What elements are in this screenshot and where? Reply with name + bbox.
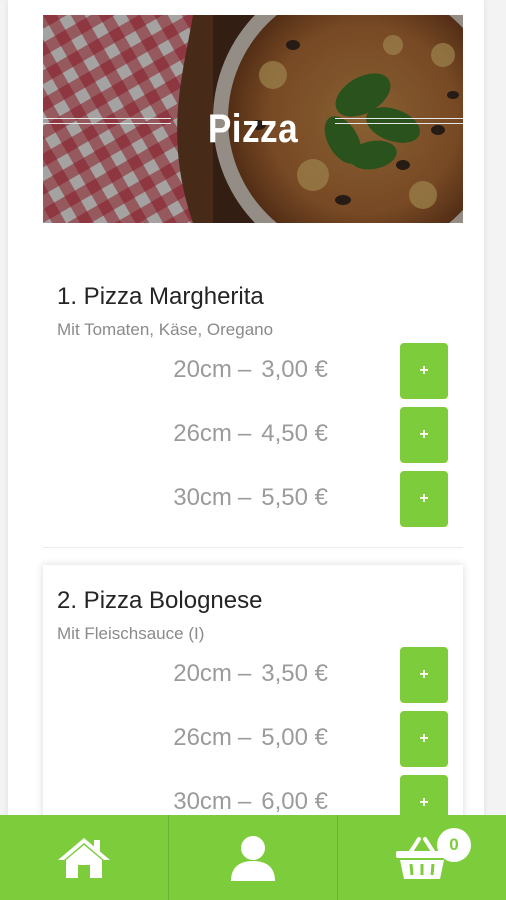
price-value: 5,50 € <box>261 484 328 511</box>
size-label: 26cm <box>173 724 232 751</box>
dash: – <box>237 356 252 383</box>
price-row: 30cm –5,50 € + <box>143 471 448 527</box>
item-title: 1. Pizza Margherita <box>57 283 264 310</box>
price-label: 20cm –3,50 € <box>173 660 328 688</box>
dash: – <box>237 660 252 687</box>
nav-profile-button[interactable] <box>169 815 338 900</box>
size-label: 26cm <box>173 420 232 447</box>
nav-home-button[interactable] <box>0 815 169 900</box>
nav-cart-button[interactable]: 0 <box>338 815 506 900</box>
category-title: Pizza <box>207 107 299 151</box>
size-label: 20cm <box>173 356 232 383</box>
home-icon <box>58 837 110 878</box>
app-shell: Pizza 1. Pizza Margherita Mit Tomaten, K… <box>0 0 506 900</box>
dash: – <box>237 484 252 511</box>
dash: – <box>237 420 252 447</box>
menu-item-card: 1. Pizza Margherita Mit Tomaten, Käse, O… <box>43 275 463 545</box>
price-row: 26cm –5,00 € + <box>143 711 448 767</box>
item-title: 2. Pizza Bolognese <box>57 587 263 614</box>
dash: – <box>237 788 252 815</box>
price-value: 4,50 € <box>261 420 328 447</box>
cart-count-badge: 0 <box>437 828 471 862</box>
add-to-cart-button[interactable]: + <box>400 343 448 399</box>
size-label: 20cm <box>173 660 232 687</box>
user-icon <box>231 835 275 881</box>
item-description: Mit Tomaten, Käse, Oregano <box>57 320 274 339</box>
price-value: 3,00 € <box>261 356 328 383</box>
add-to-cart-button[interactable]: + <box>400 407 448 463</box>
add-to-cart-button[interactable]: + <box>400 471 448 527</box>
price-value: 6,00 € <box>261 788 328 815</box>
size-label: 30cm <box>173 484 232 511</box>
price-value: 3,50 € <box>261 660 328 687</box>
add-to-cart-button[interactable]: + <box>400 711 448 767</box>
size-label: 30cm <box>173 788 232 815</box>
item-description: Mit Fleischsauce (I) <box>57 624 205 643</box>
category-banner: Pizza <box>43 15 463 223</box>
dash: – <box>237 724 252 751</box>
price-value: 5,00 € <box>261 724 328 751</box>
price-label: 20cm –3,00 € <box>173 356 328 384</box>
price-label: 30cm –6,00 € <box>173 788 328 816</box>
price-label: 30cm –5,50 € <box>173 484 328 512</box>
price-row: 20cm –3,50 € + <box>143 647 448 703</box>
price-label: 26cm –5,00 € <box>173 724 328 752</box>
item-divider <box>43 547 463 548</box>
price-row: 20cm –3,00 € + <box>143 343 448 399</box>
price-row: 26cm –4,50 € + <box>143 407 448 463</box>
bottom-navigation: 0 <box>0 815 506 900</box>
add-to-cart-button[interactable]: + <box>400 647 448 703</box>
price-label: 26cm –4,50 € <box>173 420 328 448</box>
